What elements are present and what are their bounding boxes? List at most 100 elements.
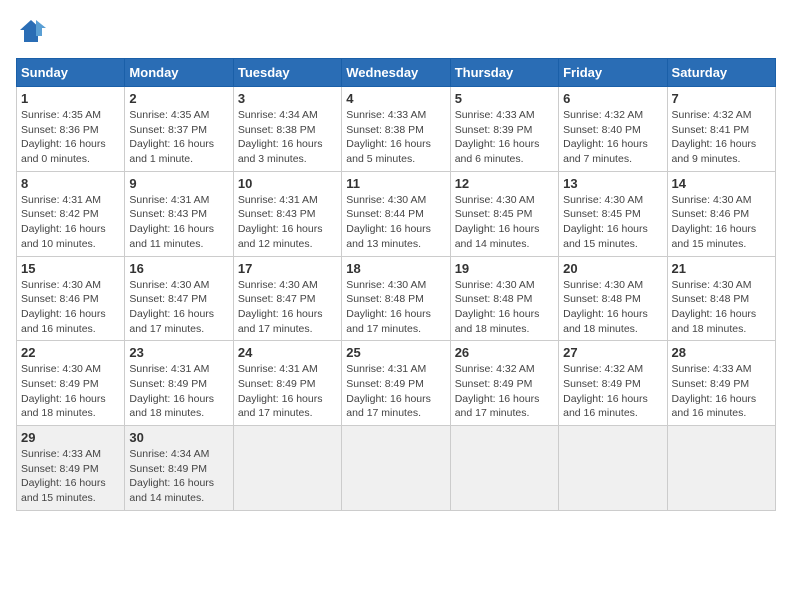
- day-info: Sunrise: 4:32 AM Sunset: 8:49 PM Dayligh…: [563, 362, 662, 421]
- calendar-cell: 5 Sunrise: 4:33 AM Sunset: 8:39 PM Daylig…: [450, 87, 558, 172]
- calendar-cell: 13 Sunrise: 4:30 AM Sunset: 8:45 PM Dayli…: [559, 171, 667, 256]
- day-info: Sunrise: 4:33 AM Sunset: 8:39 PM Dayligh…: [455, 108, 554, 167]
- day-info: Sunrise: 4:30 AM Sunset: 8:48 PM Dayligh…: [563, 278, 662, 337]
- day-info: Sunrise: 4:34 AM Sunset: 8:38 PM Dayligh…: [238, 108, 337, 167]
- day-number: 18: [346, 261, 445, 276]
- calendar-cell: 4Sunrise: 4:33 AM Sunset: 8:38 PM Daylig…: [342, 87, 450, 172]
- calendar-cell: 15 Sunrise: 4:30 AM Sunset: 8:46 PM Dayli…: [17, 256, 125, 341]
- calendar-header-row: SundayMondayTuesdayWednesdayThursdayFrid…: [17, 59, 776, 87]
- calendar-cell: [667, 426, 775, 511]
- day-number: 16: [129, 261, 228, 276]
- calendar-cell: 20 Sunrise: 4:30 AM Sunset: 8:48 PM Dayli…: [559, 256, 667, 341]
- calendar-cell: 16 Sunrise: 4:30 AM Sunset: 8:47 PM Dayli…: [125, 256, 233, 341]
- weekday-header-sunday: Sunday: [17, 59, 125, 87]
- day-info: Sunrise: 4:30 AM Sunset: 8:46 PM Dayligh…: [21, 278, 120, 337]
- calendar-cell: 8 Sunrise: 4:31 AM Sunset: 8:42 PM Daylig…: [17, 171, 125, 256]
- calendar-cell: 9 Sunrise: 4:31 AM Sunset: 8:43 PM Daylig…: [125, 171, 233, 256]
- calendar-cell: [233, 426, 341, 511]
- day-info: Sunrise: 4:35 AM Sunset: 8:37 PM Dayligh…: [129, 108, 228, 167]
- day-info: Sunrise: 4:32 AM Sunset: 8:41 PM Dayligh…: [672, 108, 771, 167]
- calendar-cell: 30 Sunrise: 4:34 AM Sunset: 8:49 PM Dayli…: [125, 426, 233, 511]
- day-number: 11: [346, 176, 445, 191]
- calendar-cell: 6 Sunrise: 4:32 AM Sunset: 8:40 PM Daylig…: [559, 87, 667, 172]
- calendar-week-row: 22 Sunrise: 4:30 AM Sunset: 8:49 PM Dayli…: [17, 341, 776, 426]
- weekday-header-tuesday: Tuesday: [233, 59, 341, 87]
- logo: [16, 16, 50, 46]
- calendar-week-row: 8 Sunrise: 4:31 AM Sunset: 8:42 PM Daylig…: [17, 171, 776, 256]
- day-number: 8: [21, 176, 120, 191]
- day-info: Sunrise: 4:30 AM Sunset: 8:49 PM Dayligh…: [21, 362, 120, 421]
- calendar-week-row: 1 Sunrise: 4:35 AM Sunset: 8:36 PM Daylig…: [17, 87, 776, 172]
- day-number: 10: [238, 176, 337, 191]
- day-info: Sunrise: 4:30 AM Sunset: 8:45 PM Dayligh…: [455, 193, 554, 252]
- page-header: [16, 16, 776, 46]
- calendar-cell: [342, 426, 450, 511]
- day-number: 23: [129, 345, 228, 360]
- day-number: 30: [129, 430, 228, 445]
- day-number: 5: [455, 91, 554, 106]
- calendar-cell: 14 Sunrise: 4:30 AM Sunset: 8:46 PM Dayli…: [667, 171, 775, 256]
- day-number: 14: [672, 176, 771, 191]
- day-info: Sunrise: 4:33 AM Sunset: 8:49 PM Dayligh…: [21, 447, 120, 506]
- calendar-cell: 17 Sunrise: 4:30 AM Sunset: 8:47 PM Dayli…: [233, 256, 341, 341]
- day-info: Sunrise: 4:31 AM Sunset: 8:42 PM Dayligh…: [21, 193, 120, 252]
- weekday-header-wednesday: Wednesday: [342, 59, 450, 87]
- day-number: 22: [21, 345, 120, 360]
- day-info: Sunrise: 4:35 AM Sunset: 8:36 PM Dayligh…: [21, 108, 120, 167]
- day-number: 7: [672, 91, 771, 106]
- calendar-cell: 19 Sunrise: 4:30 AM Sunset: 8:48 PM Dayli…: [450, 256, 558, 341]
- weekday-header-friday: Friday: [559, 59, 667, 87]
- day-number: 17: [238, 261, 337, 276]
- calendar-cell: 28Sunrise: 4:33 AM Sunset: 8:49 PM Dayli…: [667, 341, 775, 426]
- calendar-cell: 29 Sunrise: 4:33 AM Sunset: 8:49 PM Dayli…: [17, 426, 125, 511]
- calendar-cell: 11 Sunrise: 4:30 AM Sunset: 8:44 PM Dayli…: [342, 171, 450, 256]
- day-number: 19: [455, 261, 554, 276]
- calendar-cell: 7 Sunrise: 4:32 AM Sunset: 8:41 PM Daylig…: [667, 87, 775, 172]
- calendar-cell: 3 Sunrise: 4:34 AM Sunset: 8:38 PM Daylig…: [233, 87, 341, 172]
- day-info: Sunrise: 4:30 AM Sunset: 8:45 PM Dayligh…: [563, 193, 662, 252]
- weekday-header-monday: Monday: [125, 59, 233, 87]
- calendar-week-row: 29 Sunrise: 4:33 AM Sunset: 8:49 PM Dayli…: [17, 426, 776, 511]
- day-info: Sunrise: 4:31 AM Sunset: 8:49 PM Dayligh…: [346, 362, 445, 421]
- calendar-cell: 18 Sunrise: 4:30 AM Sunset: 8:48 PM Dayli…: [342, 256, 450, 341]
- calendar-cell: 1 Sunrise: 4:35 AM Sunset: 8:36 PM Daylig…: [17, 87, 125, 172]
- day-info: Sunrise: 4:30 AM Sunset: 8:46 PM Dayligh…: [672, 193, 771, 252]
- logo-icon: [16, 16, 46, 46]
- calendar-week-row: 15 Sunrise: 4:30 AM Sunset: 8:46 PM Dayli…: [17, 256, 776, 341]
- day-number: 13: [563, 176, 662, 191]
- day-number: 15: [21, 261, 120, 276]
- day-info: Sunrise: 4:30 AM Sunset: 8:48 PM Dayligh…: [672, 278, 771, 337]
- day-info: Sunrise: 4:30 AM Sunset: 8:44 PM Dayligh…: [346, 193, 445, 252]
- calendar-cell: 12 Sunrise: 4:30 AM Sunset: 8:45 PM Dayli…: [450, 171, 558, 256]
- calendar-cell: 2 Sunrise: 4:35 AM Sunset: 8:37 PM Daylig…: [125, 87, 233, 172]
- day-info: Sunrise: 4:31 AM Sunset: 8:49 PM Dayligh…: [129, 362, 228, 421]
- calendar-cell: 24Sunrise: 4:31 AM Sunset: 8:49 PM Dayli…: [233, 341, 341, 426]
- day-number: 12: [455, 176, 554, 191]
- day-info: Sunrise: 4:34 AM Sunset: 8:49 PM Dayligh…: [129, 447, 228, 506]
- day-number: 29: [21, 430, 120, 445]
- calendar-cell: [559, 426, 667, 511]
- calendar-cell: 22 Sunrise: 4:30 AM Sunset: 8:49 PM Dayli…: [17, 341, 125, 426]
- day-info: Sunrise: 4:30 AM Sunset: 8:48 PM Dayligh…: [346, 278, 445, 337]
- weekday-header-saturday: Saturday: [667, 59, 775, 87]
- calendar-cell: 21Sunrise: 4:30 AM Sunset: 8:48 PM Dayli…: [667, 256, 775, 341]
- day-info: Sunrise: 4:30 AM Sunset: 8:47 PM Dayligh…: [129, 278, 228, 337]
- day-info: Sunrise: 4:33 AM Sunset: 8:38 PM Dayligh…: [346, 108, 445, 167]
- day-number: 24: [238, 345, 337, 360]
- day-info: Sunrise: 4:30 AM Sunset: 8:48 PM Dayligh…: [455, 278, 554, 337]
- day-number: 9: [129, 176, 228, 191]
- calendar-cell: 23 Sunrise: 4:31 AM Sunset: 8:49 PM Dayli…: [125, 341, 233, 426]
- day-info: Sunrise: 4:31 AM Sunset: 8:43 PM Dayligh…: [129, 193, 228, 252]
- day-info: Sunrise: 4:30 AM Sunset: 8:47 PM Dayligh…: [238, 278, 337, 337]
- day-number: 2: [129, 91, 228, 106]
- day-number: 3: [238, 91, 337, 106]
- day-number: 27: [563, 345, 662, 360]
- day-number: 20: [563, 261, 662, 276]
- calendar-cell: 10 Sunrise: 4:31 AM Sunset: 8:43 PM Dayli…: [233, 171, 341, 256]
- day-number: 6: [563, 91, 662, 106]
- calendar-cell: 27 Sunrise: 4:32 AM Sunset: 8:49 PM Dayli…: [559, 341, 667, 426]
- day-info: Sunrise: 4:32 AM Sunset: 8:40 PM Dayligh…: [563, 108, 662, 167]
- day-info: Sunrise: 4:32 AM Sunset: 8:49 PM Dayligh…: [455, 362, 554, 421]
- day-info: Sunrise: 4:31 AM Sunset: 8:43 PM Dayligh…: [238, 193, 337, 252]
- day-number: 1: [21, 91, 120, 106]
